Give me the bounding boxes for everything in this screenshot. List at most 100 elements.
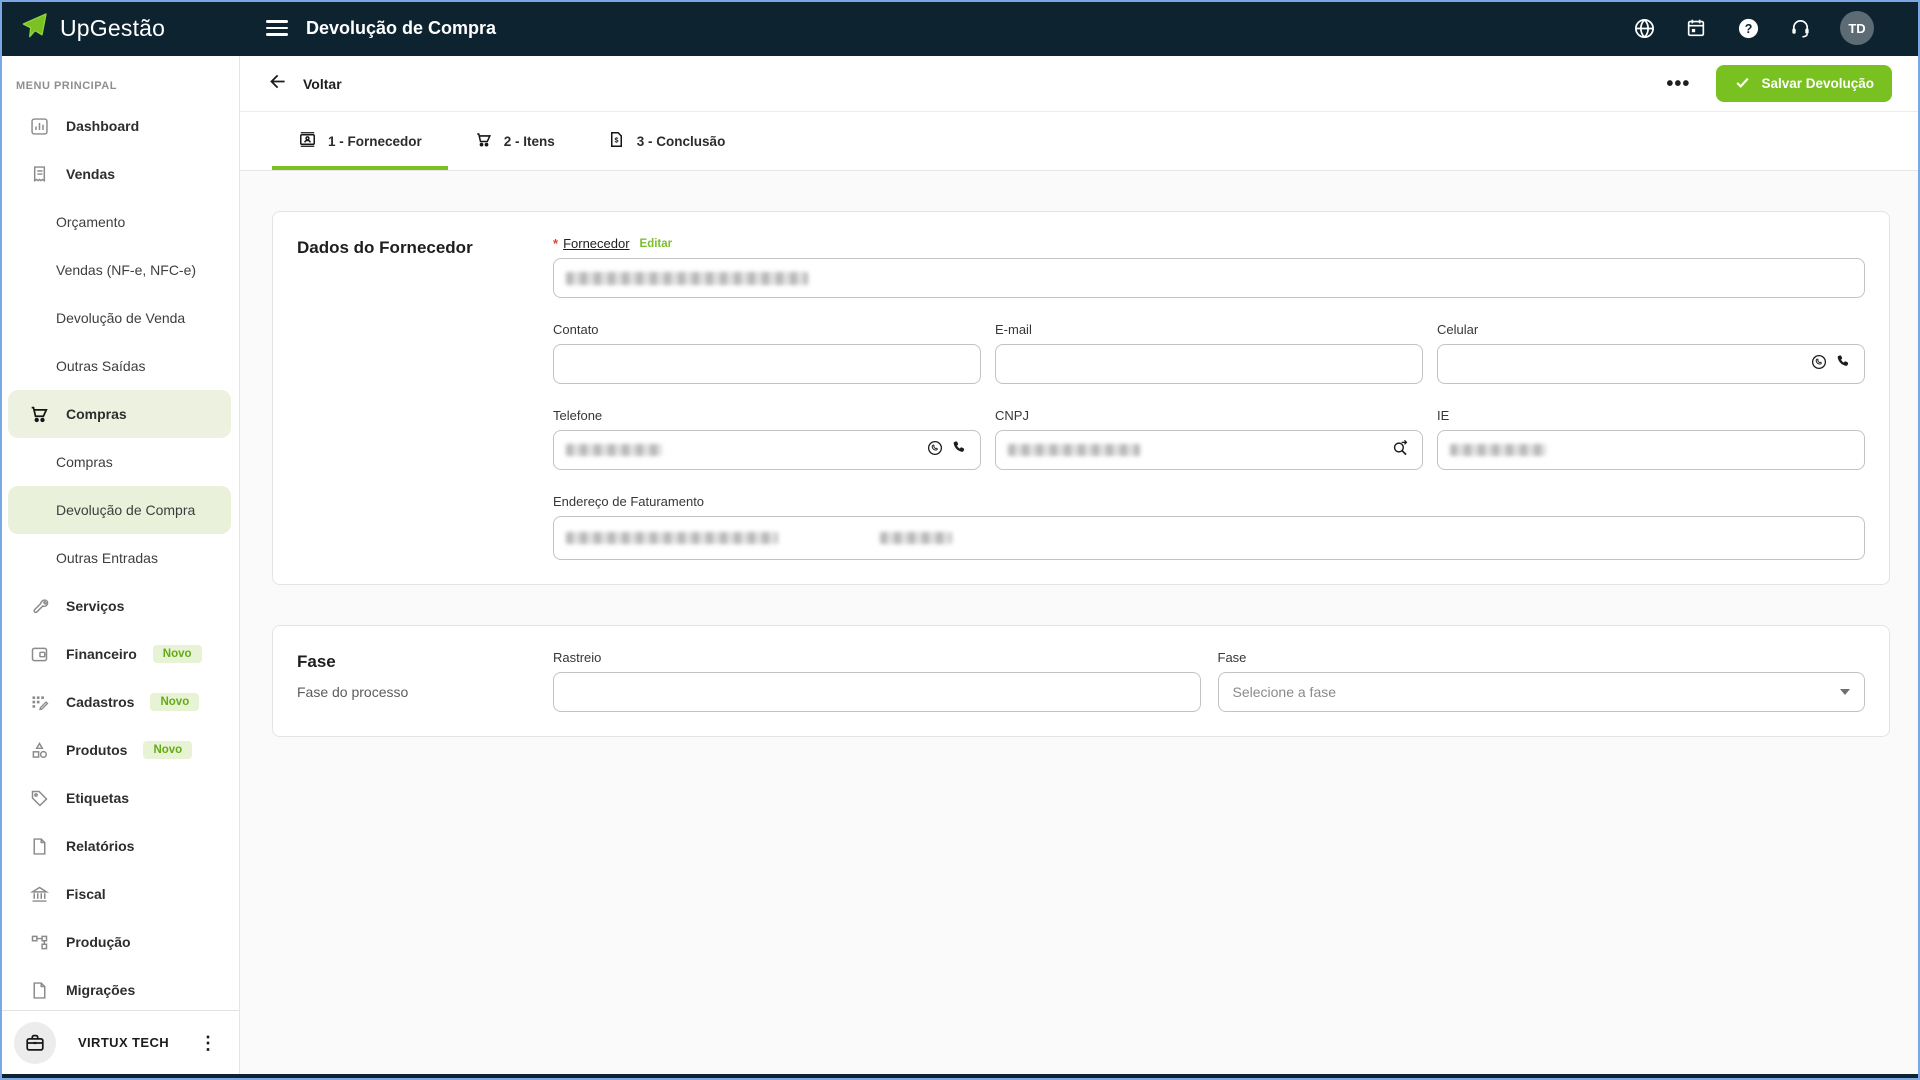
more-options-icon[interactable]: ••• xyxy=(1666,74,1690,94)
lookup-icon[interactable] xyxy=(1391,438,1410,462)
phone-icon[interactable] xyxy=(1835,353,1852,375)
save-button-label: Salvar Devolução xyxy=(1761,76,1874,91)
email-input[interactable] xyxy=(995,344,1423,384)
editar-link[interactable]: Editar xyxy=(640,238,673,250)
telefone-input[interactable] xyxy=(553,430,981,470)
sidebar-item-devolucao-compra[interactable]: Devolução de Compra xyxy=(8,486,231,534)
check-icon xyxy=(1734,74,1751,94)
fase-card: Fase Fase do processo Rastreio Fase Sele… xyxy=(272,625,1890,737)
tabs: 1 - Fornecedor 2 - Itens $ 3 - Conclusão xyxy=(240,112,1920,171)
file-arrow-icon xyxy=(28,979,50,1001)
sidebar: MENU PRINCIPAL Dashboard Vendas Orçament… xyxy=(0,56,240,1074)
tab-itens[interactable]: 2 - Itens xyxy=(448,112,581,170)
redacted-value xyxy=(880,532,952,544)
avatar[interactable]: TD xyxy=(1840,11,1874,45)
email-label: E-mail xyxy=(995,322,1032,337)
phone-icon[interactable] xyxy=(951,439,968,461)
brand-logo-icon xyxy=(18,10,50,47)
sidebar-item-financeiro[interactable]: Financeiro Novo xyxy=(8,630,231,678)
sidebar-item-outras-entradas[interactable]: Outras Entradas xyxy=(8,534,231,582)
sidebar-item-vendas[interactable]: Vendas xyxy=(8,150,231,198)
tag-icon xyxy=(28,787,50,809)
sidebar-item-vendas-nfe[interactable]: Vendas (NF-e, NFC-e) xyxy=(8,246,231,294)
sidebar-item-label: Outras Saídas xyxy=(56,358,146,374)
fase-label: Fase xyxy=(1217,650,1247,665)
tab-conclusao[interactable]: $ 3 - Conclusão xyxy=(581,112,752,170)
sidebar-item-compras[interactable]: Compras xyxy=(8,390,231,438)
chevron-down-icon xyxy=(1840,689,1850,695)
cnpj-input[interactable] xyxy=(995,430,1423,470)
sidebar-item-produtos[interactable]: Produtos Novo xyxy=(8,726,231,774)
fase-card-title: Fase xyxy=(297,652,336,671)
contato-input[interactable] xyxy=(553,344,981,384)
company-name: VIRTUX TECH xyxy=(77,1035,170,1050)
rastreio-input[interactable] xyxy=(553,672,1201,712)
sidebar-item-label: Devolução de Venda xyxy=(56,310,186,326)
sidebar-item-label: Outras Entradas xyxy=(56,550,158,566)
sidebar-item-relatorios[interactable]: Relatórios xyxy=(8,822,231,870)
sidebar-item-cadastros[interactable]: Cadastros Novo xyxy=(8,678,231,726)
sidebar-item-label: Vendas xyxy=(66,166,116,182)
wrench-icon xyxy=(28,595,50,617)
sidebar-item-producao[interactable]: Produção xyxy=(8,918,231,966)
supplier-card-title: Dados do Fornecedor xyxy=(297,238,473,257)
endereco-input[interactable] xyxy=(553,516,1865,560)
fase-select[interactable]: Selecione a fase xyxy=(1217,672,1865,712)
contact-card-icon xyxy=(298,130,317,152)
fornecedor-input[interactable] xyxy=(553,258,1865,298)
sidebar-item-servicos[interactable]: Serviços xyxy=(8,582,231,630)
bank-icon xyxy=(28,883,50,905)
hamburger-menu-icon[interactable] xyxy=(266,20,288,36)
shapes-icon xyxy=(28,739,50,761)
back-arrow-icon xyxy=(268,71,289,97)
sidebar-item-fiscal[interactable]: Fiscal xyxy=(8,870,231,918)
sidebar-item-etiquetas[interactable]: Etiquetas xyxy=(8,774,231,822)
novo-badge: Novo xyxy=(150,693,200,711)
supplier-card: Dados do Fornecedor * Fornecedor Editar … xyxy=(272,211,1890,585)
file-icon xyxy=(28,835,50,857)
tab-label: 3 - Conclusão xyxy=(636,133,726,149)
briefcase-icon[interactable] xyxy=(14,1021,56,1064)
cnpj-label: CNPJ xyxy=(995,408,1029,423)
globe-icon[interactable] xyxy=(1632,16,1656,40)
ie-input[interactable] xyxy=(1437,430,1865,470)
sidebar-item-label: Financeiro xyxy=(66,646,137,662)
svg-text:$: $ xyxy=(614,137,618,145)
brand: UpGestão xyxy=(0,10,240,47)
sidebar-item-label: Compras xyxy=(56,454,113,470)
redacted-value xyxy=(566,271,808,285)
footer-menu-icon[interactable]: ⋮ xyxy=(191,1034,225,1052)
ie-label: IE xyxy=(1437,408,1450,423)
tab-label: 2 - Itens xyxy=(503,133,555,149)
redacted-value xyxy=(1450,444,1546,456)
sidebar-item-label: Dashboard xyxy=(66,118,140,134)
edit-grid-icon xyxy=(28,691,50,713)
save-button[interactable]: Salvar Devolução xyxy=(1716,65,1892,102)
wallet-icon xyxy=(28,643,50,665)
topbar: UpGestão Devolução de Compra ? TD xyxy=(0,0,1920,56)
support-agent-icon[interactable] xyxy=(1788,16,1812,40)
calendar-icon[interactable] xyxy=(1684,16,1708,40)
sidebar-item-dashboard[interactable]: Dashboard xyxy=(8,102,231,150)
novo-badge: Novo xyxy=(152,645,202,663)
novo-badge: Novo xyxy=(143,741,193,759)
sidebar-item-migracoes[interactable]: Migrações xyxy=(8,966,231,1014)
sidebar-item-compras-sub[interactable]: Compras xyxy=(8,438,231,486)
tab-fornecedor[interactable]: 1 - Fornecedor xyxy=(272,112,448,170)
help-icon[interactable]: ? xyxy=(1736,16,1760,40)
sidebar-item-outras-saidas[interactable]: Outras Saídas xyxy=(8,342,231,390)
sidebar-item-label: Devolução de Compra xyxy=(56,502,196,518)
celular-label: Celular xyxy=(1437,322,1479,337)
back-button[interactable]: Voltar xyxy=(268,71,342,97)
sidebar-item-label: Vendas (NF-e, NFC-e) xyxy=(56,262,197,278)
sidebar-item-label: Relatórios xyxy=(66,838,135,854)
rastreio-label: Rastreio xyxy=(553,650,602,665)
whatsapp-icon[interactable] xyxy=(926,439,944,462)
whatsapp-icon[interactable] xyxy=(1810,353,1828,376)
sidebar-item-label: Produtos xyxy=(66,742,128,758)
celular-input[interactable] xyxy=(1437,344,1865,384)
main-area: Voltar ••• Salvar Devolução 1 - Forneced… xyxy=(240,56,1920,1074)
sidebar-item-orcamento[interactable]: Orçamento xyxy=(8,198,231,246)
sidebar-item-devolucao-venda[interactable]: Devolução de Venda xyxy=(8,294,231,342)
receipt-icon xyxy=(28,163,50,185)
